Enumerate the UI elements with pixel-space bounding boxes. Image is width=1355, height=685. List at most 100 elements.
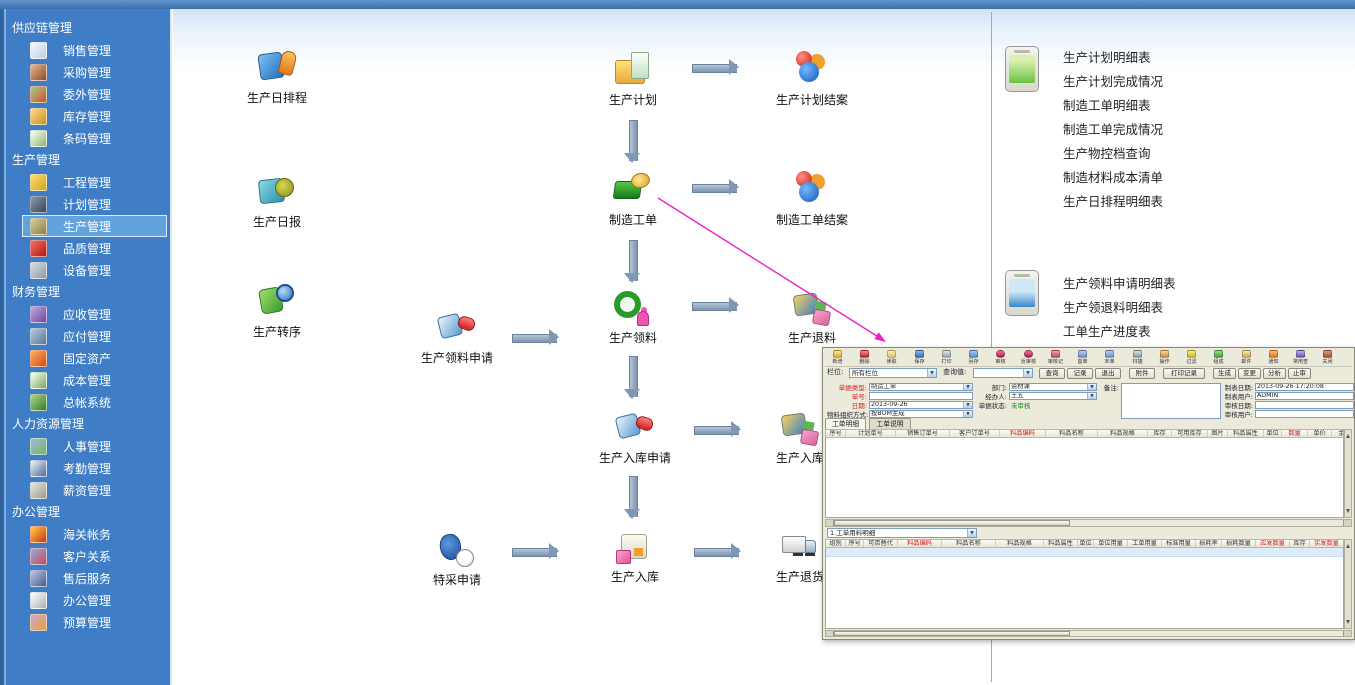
sidebar-item-sales[interactable]: 销售管理 — [4, 39, 172, 61]
toolbar-filter-button[interactable]: 过滤 — [1179, 349, 1204, 365]
sidebar-item-quality[interactable]: 品质管理 — [4, 237, 172, 259]
flow-node-plan-close[interactable]: 生产计划结案 — [752, 50, 872, 108]
sidebar-item-planning[interactable]: 计划管理 — [4, 193, 172, 215]
toolbar-save-button[interactable]: 保存 — [907, 349, 932, 365]
grid2-body[interactable] — [825, 548, 1344, 629]
sidebar-item-purchase[interactable]: 采购管理 — [4, 61, 172, 83]
toolbar-delete-button[interactable]: 删除 — [852, 349, 877, 365]
attachment-button[interactable]: 附件 — [1129, 368, 1155, 379]
column-header: 金额 — [1332, 430, 1344, 438]
column-header: 单位 — [1078, 540, 1094, 548]
sidebar-item-attendance[interactable]: 考勤管理 — [4, 457, 172, 479]
sidebar-item-budget[interactable]: 预算管理 — [4, 611, 172, 633]
flow-node-special-purchase-request[interactable]: 特采申请 — [397, 530, 517, 588]
toolbar-compose-button[interactable]: 组成 — [1206, 349, 1231, 365]
toolbar-audit-log-button[interactable]: 审核记 — [1043, 349, 1068, 365]
report-link-work-order-detail[interactable]: 制造工单明细表 — [1063, 94, 1163, 118]
sidebar-item-cost[interactable]: 成本管理 — [4, 369, 172, 391]
flow-node-production-daily-report[interactable]: 生产日报 — [217, 172, 337, 230]
report-link-material-request-detail[interactable]: 生产领料申请明细表 — [1063, 272, 1176, 296]
toolbar-save-as-button[interactable]: 另存 — [961, 349, 986, 365]
sidebar-item-engineering[interactable]: 工程管理 — [4, 171, 172, 193]
flow-node-production-day-schedule[interactable]: 生产日排程 — [217, 48, 337, 106]
sidebar-item-office-mgmt[interactable]: 办公管理 — [4, 589, 172, 611]
grid2-horizontal-scrollbar[interactable] — [825, 630, 1352, 637]
toolbar-read-button[interactable]: 读取 — [879, 349, 904, 365]
report-link-work-order-completion[interactable]: 制造工单完成情况 — [1063, 118, 1163, 142]
sidebar-item-barcode[interactable]: 条码管理 — [4, 127, 172, 149]
sidebar-item-payroll[interactable]: 薪资管理 — [4, 479, 172, 501]
sidebar-item-hr[interactable]: 人事管理 — [4, 435, 172, 457]
toolbar-close-button[interactable]: 关闭 — [1315, 349, 1340, 365]
grid2-selected-row[interactable] — [826, 548, 1343, 557]
toolbar-audit-button[interactable]: 审核 — [988, 349, 1013, 365]
sidebar-item-inventory[interactable]: 库存管理 — [4, 105, 172, 127]
report-link-material-control[interactable]: 生产物控档查询 — [1063, 142, 1163, 166]
toolbar-quick-query-button[interactable]: 常用查 — [1288, 349, 1313, 365]
query-select[interactable] — [973, 368, 1033, 378]
analyze-button[interactable]: 分析 — [1263, 368, 1286, 379]
grid1-vertical-scrollbar[interactable] — [1344, 429, 1352, 518]
sidebar-item-production-selected[interactable]: 生产管理 — [4, 215, 172, 237]
grid1-body[interactable] — [825, 438, 1344, 518]
sidebar-item-customs[interactable]: 海关帐务 — [4, 523, 172, 545]
remark-textarea[interactable] — [1121, 383, 1221, 419]
toolbar-last-button[interactable]: 末单 — [1097, 349, 1122, 365]
doc-no-input[interactable] — [869, 392, 973, 400]
stop-audit-button[interactable]: 止审 — [1288, 368, 1311, 379]
report-link-work-order-progress[interactable]: 工单生产进度表 — [1063, 320, 1176, 344]
report-link-issue-return-detail[interactable]: 生产领退料明细表 — [1063, 296, 1176, 320]
sidebar-item-label: 生产管理 — [63, 218, 111, 235]
document-header-form: 单据类型: 制造工单 单号: 日期: 2013-09-26 物料组织方式: 按B… — [827, 383, 1352, 419]
date-select[interactable]: 2013-09-26 — [869, 401, 973, 409]
material-mode-select[interactable]: 按BOM生成 — [869, 410, 973, 418]
toolbar-unaudit-button[interactable]: 反审核 — [1016, 349, 1041, 365]
report-link-material-cost[interactable]: 制造材料成本清单 — [1063, 166, 1163, 190]
field-select[interactable]: 所有栏位 — [849, 368, 937, 378]
flow-node-warehouse-in[interactable]: 生产入库 — [575, 527, 695, 585]
print-log-button[interactable]: 打印记录 — [1163, 368, 1205, 379]
sidebar-item-after-sales[interactable]: 售后服务 — [4, 567, 172, 589]
toolbar-operate-button[interactable]: 操作 — [1152, 349, 1177, 365]
scrollbar-thumb[interactable] — [834, 631, 1070, 636]
flow-node-work-order[interactable]: 制造工单 — [573, 170, 693, 228]
handler-select[interactable]: 王五 — [1009, 392, 1097, 400]
toolbar-notify-button[interactable]: 通知 — [1261, 349, 1286, 365]
sidebar-item-outsourcing[interactable]: 委外管理 — [4, 83, 172, 105]
generate-button[interactable]: 生成 — [1213, 368, 1236, 379]
sidebar-item-fixed-assets[interactable]: 固定资产 — [4, 347, 172, 369]
flow-node-work-order-close[interactable]: 制造工单结案 — [752, 170, 872, 228]
scrollbar-thumb[interactable] — [834, 520, 1070, 526]
query-button[interactable]: 查询 — [1039, 368, 1065, 379]
sidebar-item-equipment[interactable]: 设备管理 — [4, 259, 172, 281]
flow-node-material-return[interactable]: 生产退料 — [752, 288, 872, 346]
dept-select[interactable]: 资材课 — [1009, 383, 1097, 391]
toolbar-scan-button[interactable]: 扫描 — [1125, 349, 1150, 365]
flow-node-production-transfer[interactable]: 生产转序 — [217, 282, 337, 340]
records-button[interactable]: 记录 — [1067, 368, 1093, 379]
sidebar-item-payable[interactable]: 应付管理 — [4, 325, 172, 347]
delete-icon — [860, 350, 869, 358]
flow-node-warehouse-in-request[interactable]: 生产入库申请 — [575, 408, 695, 466]
flow-node-production-plan[interactable]: 生产计划 — [573, 50, 693, 108]
report-link-plan-detail[interactable]: 生产计划明细表 — [1063, 46, 1163, 70]
arrow-plan-to-order-icon — [629, 120, 638, 161]
grid1-horizontal-scrollbar[interactable] — [825, 519, 1352, 527]
flow-node-material-issue[interactable]: 生产领料 — [573, 288, 693, 346]
sidebar-item-ledger[interactable]: 总帐系统 — [4, 391, 172, 413]
detail-section-select[interactable]: 1.工单用料明细 — [827, 528, 977, 538]
report-link-day-schedule-detail[interactable]: 生产日排程明细表 — [1063, 190, 1163, 214]
toolbar-print-button[interactable]: 打印 — [934, 349, 959, 365]
toolbar-first-button[interactable]: 首单 — [1070, 349, 1095, 365]
toolbar-mail-button[interactable]: 邮件 — [1234, 349, 1259, 365]
budget-icon — [30, 614, 47, 631]
report-link-plan-completion[interactable]: 生产计划完成情况 — [1063, 70, 1163, 94]
doc-type-select[interactable]: 制造工单 — [869, 383, 973, 391]
change-button[interactable]: 变更 — [1238, 368, 1261, 379]
toolbar-new-button[interactable]: 新增 — [825, 349, 850, 365]
sidebar-item-crm[interactable]: 客户关系 — [4, 545, 172, 567]
exit-button[interactable]: 退出 — [1095, 368, 1121, 379]
grid2-vertical-scrollbar[interactable] — [1344, 539, 1352, 629]
sidebar-item-receivable[interactable]: 应收管理 — [4, 303, 172, 325]
flow-node-material-request[interactable]: 生产领料申请 — [397, 308, 517, 366]
